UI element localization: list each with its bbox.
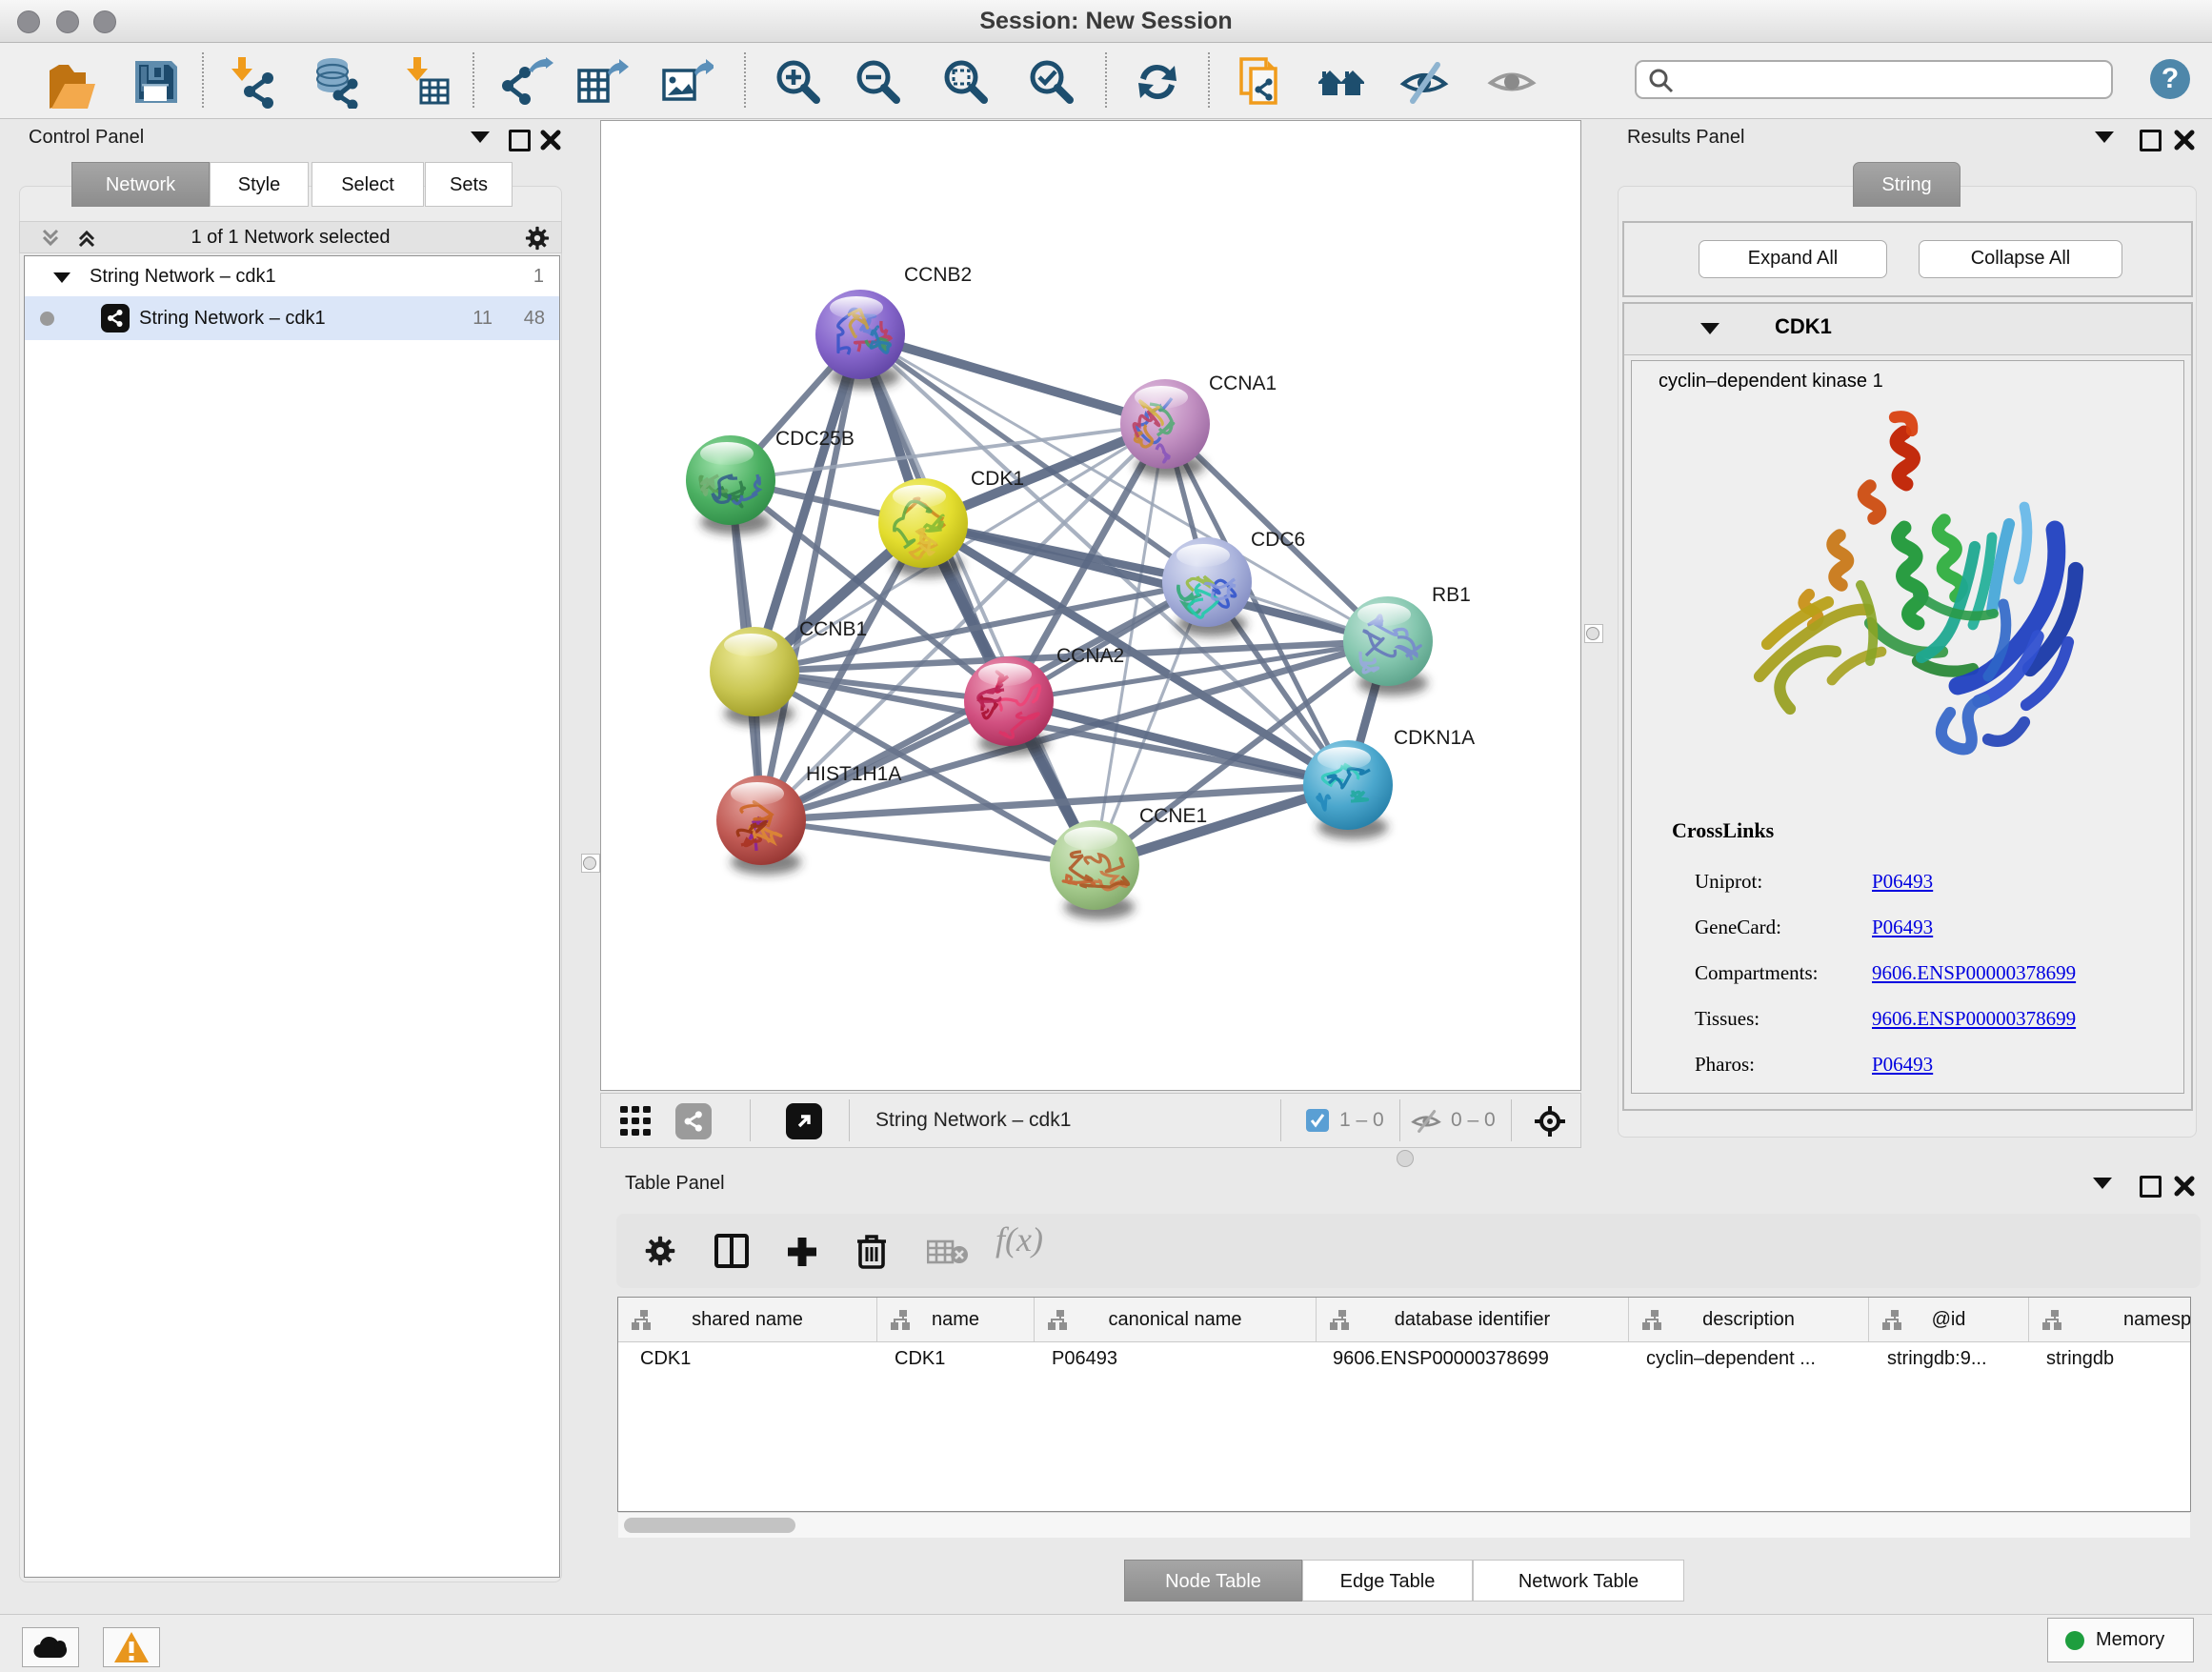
svg-text:CDC6: CDC6 — [1251, 529, 1305, 551]
svg-text:RB1: RB1 — [1432, 584, 1471, 606]
svg-text:CCNB2: CCNB2 — [904, 264, 972, 286]
svg-text:CCNB1: CCNB1 — [799, 618, 867, 640]
svg-text:CDK1: CDK1 — [971, 468, 1024, 490]
svg-text:CCNA2: CCNA2 — [1056, 645, 1124, 667]
svg-text:HIST1H1A: HIST1H1A — [806, 763, 901, 785]
svg-text:CCNE1: CCNE1 — [1139, 805, 1207, 827]
svg-text:CDC25B: CDC25B — [775, 428, 855, 450]
svg-text:CCNA1: CCNA1 — [1209, 373, 1277, 394]
svg-text:CDKN1A: CDKN1A — [1394, 727, 1475, 749]
